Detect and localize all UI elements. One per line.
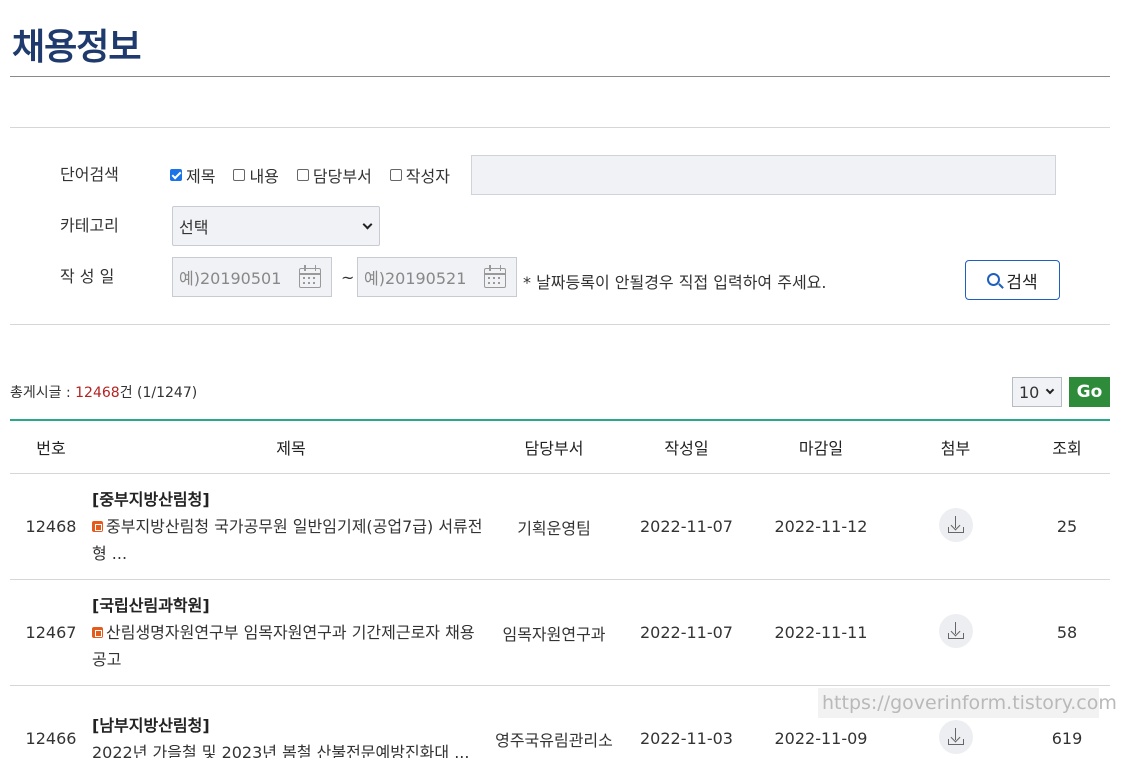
keyword-label: 단어검색 — [60, 165, 119, 184]
category-select[interactable]: 선택 — [172, 206, 380, 246]
checkbox-content-box[interactable] — [233, 169, 246, 181]
row-no: 12468 — [25, 517, 77, 536]
checkbox-title-box[interactable] — [170, 169, 182, 181]
header-dept: 담당부서 — [524, 439, 584, 458]
header-no: 번호 — [36, 439, 66, 458]
header-attachment: 첨부 — [940, 439, 971, 458]
row-no: 12467 — [25, 623, 77, 642]
row-attachment — [887, 719, 1024, 758]
search-field-checkboxes: 제목 내용 담당부서 작성자 — [170, 163, 468, 187]
checkbox-title[interactable]: 제목 — [170, 163, 215, 187]
row-org[interactable]: [남부지방산림청] — [92, 712, 490, 739]
date-from-placeholder: 예)20190501 — [179, 269, 282, 288]
search-button[interactable]: 검색 — [965, 260, 1060, 300]
row-due: 2022-11-12 — [774, 517, 868, 536]
row-attachment — [887, 613, 1024, 652]
row-title[interactable]: 산림생명자원연구부 임목자원연구과 기간제근로자 채용 공고 — [92, 619, 490, 673]
date-to-input[interactable]: 예)20190521 — [357, 257, 517, 297]
search-panel: 단어검색 제목 내용 담당부서 작성자 카테고리 선택 작 성 일 예)2019… — [10, 127, 1110, 325]
row-date: 2022-11-07 — [640, 517, 733, 536]
table-row: 12468 [중부지방산림청] 중부지방산림청 국가공무원 일반임기제(공업7급… — [10, 474, 1110, 580]
watermark: https://goverinform.tistory.com — [818, 688, 1117, 718]
checkbox-title-label: 제목 — [186, 167, 216, 186]
row-date: 2022-11-07 — [640, 623, 733, 642]
page-size-value: 10 — [1019, 382, 1040, 402]
total-count: 총게시글 : 12468건 (1/1247) — [10, 382, 197, 402]
row-views: 619 — [1051, 729, 1083, 748]
row-views: 58 — [1056, 623, 1078, 642]
total-count-value: 12468 — [75, 385, 120, 401]
row-due: 2022-11-09 — [774, 729, 868, 748]
search-button-label: 검색 — [1006, 272, 1038, 293]
date-label: 작 성 일 — [60, 267, 115, 286]
row-title-cell[interactable]: [남부지방산림청] 2022년 가을철 및 2023년 봄철 산불전문예방진화대… — [92, 712, 490, 758]
total-suffix: 건 (1/1247) — [119, 385, 198, 401]
date-from-input[interactable]: 예)20190501 — [172, 257, 332, 297]
table-header: 번호 제목 담당부서 작성일 마감일 첨부 조회 — [10, 421, 1110, 474]
date-separator: ~ — [341, 268, 355, 287]
checkbox-department-box[interactable] — [296, 169, 309, 181]
header-views: 조회 — [1052, 439, 1082, 458]
row-title[interactable]: 2022년 가을철 및 2023년 봄철 산불전문예방진화대 ... — [92, 739, 490, 758]
row-title-text[interactable]: 산림생명자원연구부 임목자원연구과 기간제근로자 채용 공고 — [92, 623, 475, 669]
checkbox-author[interactable]: 작성자 — [389, 163, 450, 187]
row-no: 12466 — [25, 729, 77, 748]
date-to-placeholder: 예)20190521 — [364, 269, 467, 288]
row-date: 2022-11-03 — [640, 729, 733, 748]
checkbox-department-label: 담당부서 — [312, 167, 372, 186]
go-button[interactable]: Go — [1069, 377, 1110, 407]
row-dept: 영주국유림관리소 — [495, 730, 613, 750]
new-badge-icon — [92, 521, 103, 532]
table-row: 12467 [국립산림과학원] 산림생명자원연구부 임목자원연구과 기간제근로자… — [10, 580, 1110, 686]
checkbox-content[interactable]: 내용 — [233, 163, 279, 187]
row-attachment — [887, 507, 1024, 546]
checkbox-content-label: 내용 — [249, 167, 279, 186]
chevron-down-icon — [1045, 385, 1055, 395]
download-icon[interactable] — [938, 507, 973, 542]
row-org[interactable]: [중부지방산림청] — [92, 486, 490, 513]
calendar-icon[interactable] — [484, 265, 506, 288]
search-icon — [987, 272, 1001, 286]
row-title-text[interactable]: 2022년 가을철 및 2023년 봄철 산불전문예방진화대 ... — [92, 743, 469, 758]
total-prefix: 총게시글 : — [10, 385, 76, 401]
calendar-icon[interactable] — [299, 265, 321, 288]
checkbox-department[interactable]: 담당부서 — [296, 163, 372, 187]
row-views: 25 — [1056, 517, 1078, 536]
chevron-down-icon — [362, 219, 373, 229]
header-due: 마감일 — [798, 439, 844, 458]
page-title: 채용정보 — [12, 27, 141, 68]
row-org[interactable]: [국립산림과학원] — [92, 592, 490, 619]
keyword-input[interactable] — [471, 155, 1056, 195]
category-label: 카테고리 — [60, 216, 119, 235]
row-dept: 기획운영팀 — [517, 518, 591, 538]
row-title-text[interactable]: 중부지방산림청 국가공무원 일반임기제(공업7급) 서류전형 ... — [92, 517, 482, 563]
download-icon[interactable] — [938, 719, 973, 754]
header-title: 제목 — [276, 439, 306, 458]
row-title-cell[interactable]: [중부지방산림청] 중부지방산림청 국가공무원 일반임기제(공업7급) 서류전형… — [92, 486, 490, 567]
row-title-cell[interactable]: [국립산림과학원] 산림생명자원연구부 임목자원연구과 기간제근로자 채용 공고 — [92, 592, 490, 673]
date-note: * 날짜등록이 안될경우 직접 입력하여 주세요. — [523, 273, 827, 292]
title-divider — [10, 76, 1110, 77]
page-size-select[interactable]: 10 — [1012, 377, 1062, 407]
checkbox-author-label: 작성자 — [405, 167, 450, 186]
category-selected-value: 선택 — [179, 218, 209, 237]
checkbox-author-box[interactable] — [389, 169, 402, 181]
row-due: 2022-11-11 — [774, 623, 868, 642]
row-title[interactable]: 중부지방산림청 국가공무원 일반임기제(공업7급) 서류전형 ... — [92, 513, 490, 567]
header-date: 작성일 — [664, 439, 709, 458]
download-icon[interactable] — [938, 613, 973, 648]
new-badge-icon — [92, 627, 103, 638]
row-dept: 임목자원연구과 — [502, 624, 606, 644]
